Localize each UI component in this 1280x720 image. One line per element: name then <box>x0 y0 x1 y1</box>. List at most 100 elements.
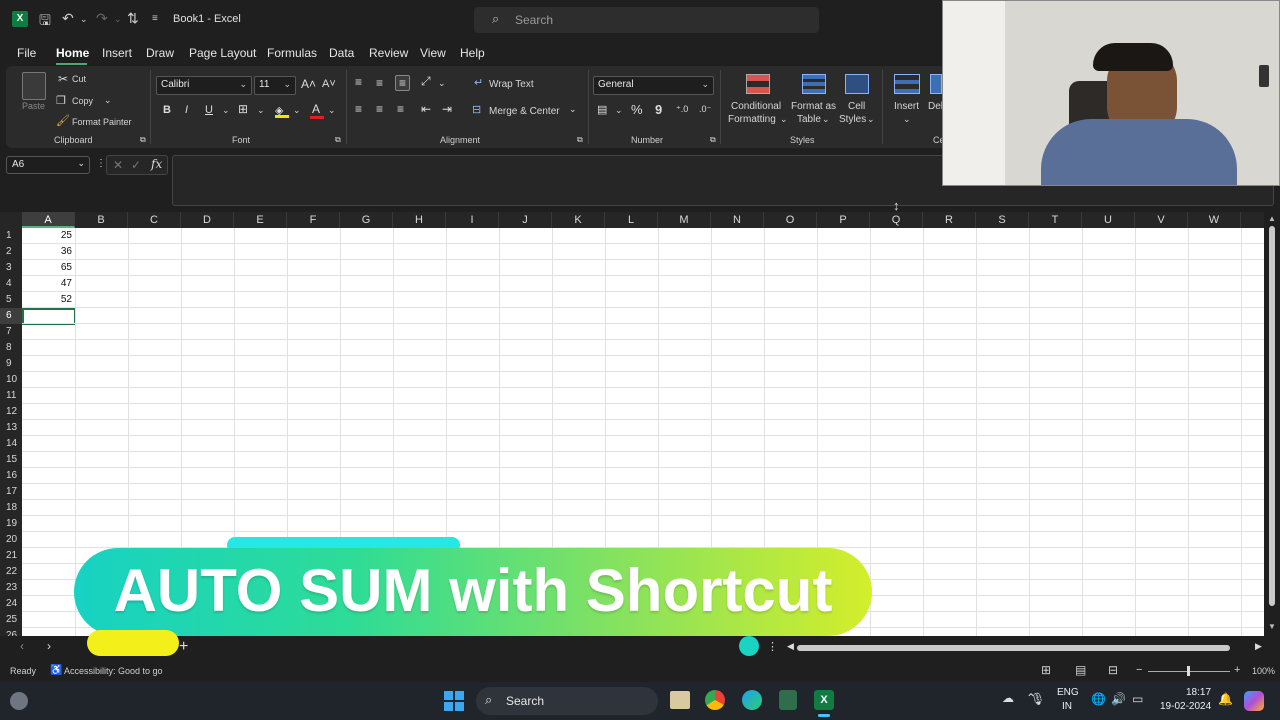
undo-icon[interactable]: ↶ <box>62 10 74 27</box>
column-header-n[interactable]: N <box>711 212 764 228</box>
column-header-m[interactable]: M <box>658 212 711 228</box>
row-header-10[interactable]: 10 <box>0 372 22 388</box>
comma-style-button[interactable]: 9 <box>655 102 662 117</box>
row-header-1[interactable]: 1 <box>0 228 22 244</box>
decrease-font-icon[interactable]: A˅ <box>322 78 336 90</box>
zoom-in-button[interactable]: + <box>1234 664 1240 676</box>
orientation-dropdown-icon[interactable]: ⌄ <box>438 78 446 89</box>
font-launcher-icon[interactable]: ⧉ <box>335 135 341 145</box>
column-header-e[interactable]: E <box>234 212 287 228</box>
align-bottom-icon[interactable]: ≡ <box>395 75 411 91</box>
next-sheet-icon[interactable]: › <box>47 639 51 653</box>
row-header-26[interactable]: 26 <box>0 628 22 636</box>
column-header-r[interactable]: R <box>923 212 976 228</box>
row-header-5[interactable]: 5 <box>0 292 22 308</box>
tab-insert[interactable]: Insert <box>102 46 132 60</box>
customize-qat-icon[interactable]: ≡ <box>152 13 158 24</box>
search-box[interactable]: ⌕ Search <box>474 7 819 33</box>
column-header-h[interactable]: H <box>393 212 446 228</box>
language-line-2[interactable]: IN <box>1062 701 1072 712</box>
row-header-13[interactable]: 13 <box>0 420 22 436</box>
align-top-icon[interactable]: ≡ <box>355 75 362 89</box>
excel-taskbar-icon[interactable]: X <box>814 690 834 710</box>
tab-review[interactable]: Review <box>369 46 408 60</box>
merge-center-button[interactable]: Merge & Center <box>489 106 560 117</box>
enter-icon[interactable]: ✓ <box>131 158 141 172</box>
row-header-8[interactable]: 8 <box>0 340 22 356</box>
undo-dropdown-icon[interactable]: ⌄ <box>80 14 88 25</box>
volume-icon[interactable]: 🔊 <box>1111 692 1126 706</box>
row-header-9[interactable]: 9 <box>0 356 22 372</box>
format-as-table-label-2[interactable]: Table <box>797 114 821 125</box>
zoom-slider-thumb[interactable] <box>1187 666 1190 676</box>
cell-a4[interactable]: 47 <box>22 276 75 292</box>
borders-icon[interactable]: ⊞ <box>238 102 248 116</box>
accounting-format-icon[interactable]: ▤ <box>597 103 607 116</box>
column-header-j[interactable]: J <box>499 212 552 228</box>
row-header-2[interactable]: 2 <box>0 244 22 260</box>
column-header-i[interactable]: I <box>446 212 499 228</box>
tab-draw[interactable]: Draw <box>146 46 174 60</box>
row-header-3[interactable]: 3 <box>0 260 22 276</box>
column-header-a[interactable]: A <box>22 212 75 228</box>
copilot-icon[interactable] <box>1244 691 1264 711</box>
column-header-u[interactable]: U <box>1082 212 1135 228</box>
font-color-icon[interactable]: A <box>310 102 324 119</box>
column-header-t[interactable]: T <box>1029 212 1082 228</box>
battery-icon[interactable]: ▭ <box>1132 692 1143 706</box>
cell-a1[interactable]: 25 <box>22 228 75 244</box>
column-header-c[interactable]: C <box>128 212 181 228</box>
file-explorer-icon[interactable] <box>670 691 690 709</box>
row-header-23[interactable]: 23 <box>0 580 22 596</box>
chrome-icon[interactable] <box>705 690 725 710</box>
select-all-corner[interactable] <box>0 212 22 228</box>
cloud-icon[interactable]: ☁ <box>1002 691 1014 705</box>
save-icon[interactable]: 🖫 <box>39 10 51 34</box>
name-box[interactable]: A6 ⌄ <box>6 156 90 174</box>
font-name-select[interactable]: Calibri ⌄ <box>156 76 252 95</box>
number-launcher-icon[interactable]: ⧉ <box>710 135 716 145</box>
tab-page-layout[interactable]: Page Layout <box>189 46 256 60</box>
microphone-icon[interactable]: 🎙 <box>1030 692 1045 706</box>
format-as-table-label-1[interactable]: Format as <box>791 101 836 112</box>
scroll-up-icon[interactable]: ▲ <box>1268 214 1276 223</box>
tab-file[interactable]: File <box>17 46 36 60</box>
number-format-select[interactable]: General ⌄ <box>593 76 714 95</box>
decrease-decimal-icon[interactable]: .0⁻ <box>699 104 711 115</box>
underline-button[interactable]: U <box>205 104 213 116</box>
row-header-24[interactable]: 24 <box>0 596 22 612</box>
row-header-20[interactable]: 20 <box>0 532 22 548</box>
delete-cells-button[interactable]: Del <box>928 101 943 112</box>
zoom-level[interactable]: 100% <box>1252 666 1275 676</box>
prev-sheet-icon[interactable]: ‹ <box>20 639 24 653</box>
align-left-icon[interactable]: ≡ <box>355 102 362 116</box>
column-header-b[interactable]: B <box>75 212 128 228</box>
vertical-scrollbar[interactable]: ▲ ▼ <box>1264 212 1280 636</box>
paste-icon[interactable] <box>22 72 46 100</box>
bold-button[interactable]: B <box>163 104 171 116</box>
copy-button[interactable]: Copy <box>72 96 93 106</box>
conditional-formatting-label-2[interactable]: Formatting <box>728 114 776 125</box>
alignment-launcher-icon[interactable]: ⧉ <box>577 135 583 145</box>
row-header-14[interactable]: 14 <box>0 436 22 452</box>
sort-icon[interactable]: ⇅ <box>127 10 139 27</box>
column-header-k[interactable]: K <box>552 212 605 228</box>
scroll-right-icon[interactable]: ▶ <box>1255 641 1262 652</box>
cancel-icon[interactable]: ✕ <box>113 158 123 172</box>
windows-start-icon[interactable] <box>444 691 464 711</box>
column-header-q[interactable]: Q <box>870 212 923 228</box>
underline-dropdown-icon[interactable]: ⌄ <box>222 105 230 116</box>
accessibility-status[interactable]: Accessibility: Good to go <box>64 666 163 676</box>
insert-function-icon[interactable]: fx <box>151 157 162 171</box>
row-header-7[interactable]: 7 <box>0 324 22 340</box>
page-break-view-icon[interactable]: ⊟ <box>1108 663 1118 677</box>
scroll-down-icon[interactable]: ▼ <box>1268 622 1276 631</box>
format-painter-button[interactable]: Format Painter <box>72 117 132 127</box>
weather-icon[interactable] <box>10 692 28 710</box>
column-header-g[interactable]: G <box>340 212 393 228</box>
increase-font-icon[interactable]: A˄ <box>301 77 316 91</box>
font-size-select[interactable]: 11 ⌄ <box>254 76 296 95</box>
row-header-15[interactable]: 15 <box>0 452 22 468</box>
font-color-dropdown-icon[interactable]: ⌄ <box>328 105 336 116</box>
align-right-icon[interactable]: ≡ <box>397 102 404 116</box>
